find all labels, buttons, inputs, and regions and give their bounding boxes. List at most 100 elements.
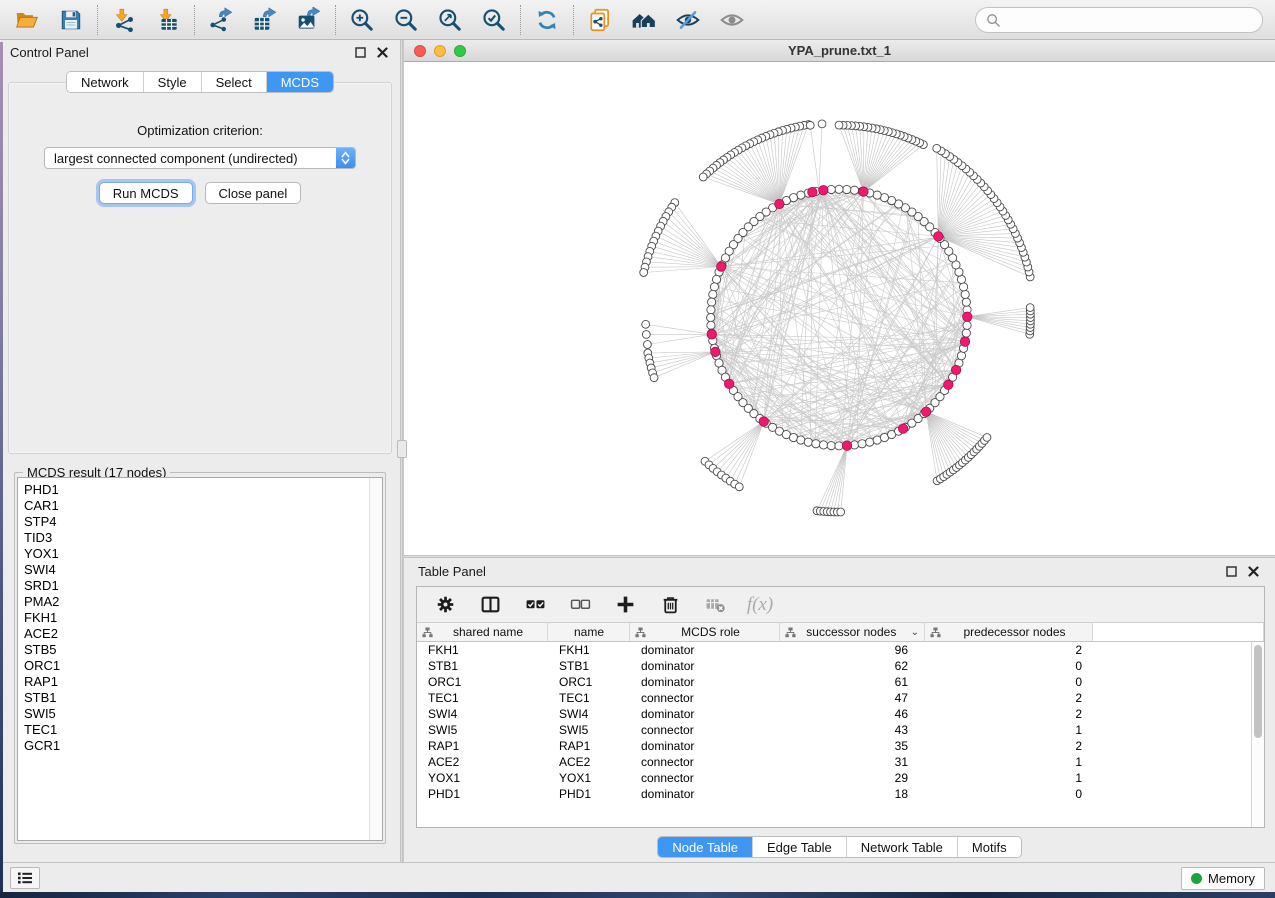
table-row[interactable]: ORC1ORC1dominator610 (417, 674, 1264, 690)
cell-successor-nodes: 35 (780, 738, 925, 754)
table-scrollbar[interactable] (1251, 642, 1264, 827)
optimization-criterion-select[interactable]: largest connected component (undirected) (44, 147, 356, 169)
network-graph[interactable] (404, 62, 1275, 556)
optimization-criterion-label: Optimization criterion: (9, 123, 391, 138)
export-table-icon[interactable] (246, 4, 284, 36)
tab-node-table[interactable]: Node Table (658, 837, 753, 857)
float-panel-icon[interactable] (352, 45, 368, 61)
column-header-MCDS-role[interactable]: MCDS role (630, 623, 780, 641)
column-header-successor-nodes[interactable]: successor nodes⌄ (780, 623, 925, 641)
zoom-fit-icon[interactable] (431, 4, 469, 36)
import-network-icon[interactable] (105, 4, 143, 36)
mcds-result-item[interactable]: TID3 (24, 530, 382, 546)
clone-network-icon[interactable] (581, 4, 619, 36)
mcds-panel: Optimization criterion: largest connecte… (8, 82, 392, 454)
tab-motifs[interactable]: Motifs (958, 837, 1021, 857)
search-input[interactable] (1007, 13, 1252, 28)
column-header-predecessor-nodes[interactable]: predecessor nodes (925, 623, 1093, 641)
column-header-name[interactable]: name (548, 623, 630, 641)
table-row[interactable]: FKH1FKH1dominator962 (417, 642, 1264, 658)
memory-button[interactable]: Memory (1181, 867, 1265, 890)
eye-icon[interactable] (713, 4, 751, 36)
mcds-result-item[interactable]: PHD1 (24, 482, 382, 498)
select-all-icon[interactable] (523, 593, 547, 617)
mcds-result-item[interactable]: SWI4 (24, 562, 382, 578)
sort-desc-icon: ⌄ (911, 627, 919, 638)
mcds-result-item[interactable]: TEC1 (24, 722, 382, 738)
mcds-result-item[interactable]: ACE2 (24, 626, 382, 642)
network-window-titlebar[interactable]: YPA_prune.txt_1 (404, 40, 1275, 62)
eye-slash-icon[interactable] (669, 4, 707, 36)
cell-successor-nodes: 29 (780, 770, 925, 786)
table-row[interactable]: PHD1PHD1dominator180 (417, 786, 1264, 802)
column-header-shared-name[interactable]: shared name (417, 623, 548, 641)
table-row[interactable]: ACE2ACE2connector311 (417, 754, 1264, 770)
tab-select[interactable]: Select (202, 72, 267, 92)
open-folder-icon[interactable] (8, 4, 46, 36)
tab-network[interactable]: Network (67, 72, 144, 92)
tab-mcds[interactable]: MCDS (267, 72, 333, 92)
status-bar: Memory (0, 862, 1275, 893)
network-canvas[interactable] (404, 62, 1275, 556)
toolbar-separator (573, 5, 574, 35)
table-row[interactable]: TEC1TEC1connector472 (417, 690, 1264, 706)
zoom-in-icon[interactable] (343, 4, 381, 36)
tab-style[interactable]: Style (144, 72, 202, 92)
mcds-result-item[interactable]: ORC1 (24, 658, 382, 674)
table-row[interactable]: STB1STB1dominator620 (417, 658, 1264, 674)
import-table-icon[interactable] (149, 4, 187, 36)
cell-predecessor-nodes: 0 (925, 786, 1093, 802)
close-table-panel-icon[interactable] (1245, 563, 1261, 579)
zoom-out-icon[interactable] (387, 4, 425, 36)
search-box[interactable] (975, 7, 1263, 33)
mcds-result-item[interactable]: STP4 (24, 514, 382, 530)
cell-predecessor-nodes: 0 (925, 658, 1093, 674)
cell-successor-nodes: 46 (780, 706, 925, 722)
tab-network-table[interactable]: Network Table (847, 837, 958, 857)
save-icon[interactable] (52, 4, 90, 36)
vertical-splitter[interactable] (400, 40, 403, 862)
mcds-result-item[interactable]: YOX1 (24, 546, 382, 562)
task-history-button[interactable] (10, 867, 40, 889)
control-panel-tabs: NetworkStyleSelectMCDS (66, 71, 334, 93)
mcds-result-item[interactable]: CAR1 (24, 498, 382, 514)
houses-icon[interactable] (625, 4, 663, 36)
mcds-result-item[interactable]: SWI5 (24, 706, 382, 722)
mcds-result-item[interactable]: PMA2 (24, 594, 382, 610)
cell-MCDS-role: connector (630, 690, 780, 706)
table-row[interactable]: RAP1RAP1dominator352 (417, 738, 1264, 754)
cell-shared-name: PHD1 (417, 786, 548, 802)
mcds-result-item[interactable]: FKH1 (24, 610, 382, 626)
close-panel-button[interactable]: Close panel (205, 182, 302, 204)
cell-predecessor-nodes: 2 (925, 706, 1093, 722)
export-network-icon[interactable] (202, 4, 240, 36)
mcds-result-scrollbar[interactable] (369, 478, 382, 840)
gear-icon[interactable] (433, 593, 457, 617)
mcds-result-item[interactable]: STB1 (24, 690, 382, 706)
table-row[interactable]: YOX1YOX1connector291 (417, 770, 1264, 786)
mcds-result-item[interactable]: SRD1 (24, 578, 382, 594)
cell-name: TEC1 (548, 690, 630, 706)
columns-icon[interactable] (478, 593, 502, 617)
table-scrollbar-thumb[interactable] (1254, 645, 1262, 738)
mcds-result-item[interactable]: GCR1 (24, 738, 382, 754)
cell-MCDS-role: connector (630, 722, 780, 738)
refresh-icon[interactable] (528, 4, 566, 36)
tab-edge-table[interactable]: Edge Table (753, 837, 847, 857)
add-icon[interactable] (613, 593, 637, 617)
mcds-result-item[interactable]: STB5 (24, 642, 382, 658)
close-panel-icon[interactable] (374, 45, 390, 61)
zoom-selected-icon[interactable] (475, 4, 513, 36)
table-row[interactable]: SWI5SWI5connector431 (417, 722, 1264, 738)
export-image-icon[interactable] (290, 4, 328, 36)
cell-shared-name: TEC1 (417, 690, 548, 706)
application-window: Control Panel NetworkStyleSelectMCDS Opt… (0, 0, 1275, 893)
float-table-panel-icon[interactable] (1223, 563, 1239, 579)
mcds-result-item[interactable]: RAP1 (24, 674, 382, 690)
run-mcds-button[interactable]: Run MCDS (99, 182, 193, 204)
cell-name: PHD1 (548, 786, 630, 802)
cell-predecessor-nodes: 1 (925, 754, 1093, 770)
unselect-all-icon[interactable] (568, 593, 592, 617)
delete-icon[interactable] (658, 593, 682, 617)
table-row[interactable]: SWI4SWI4dominator462 (417, 706, 1264, 722)
